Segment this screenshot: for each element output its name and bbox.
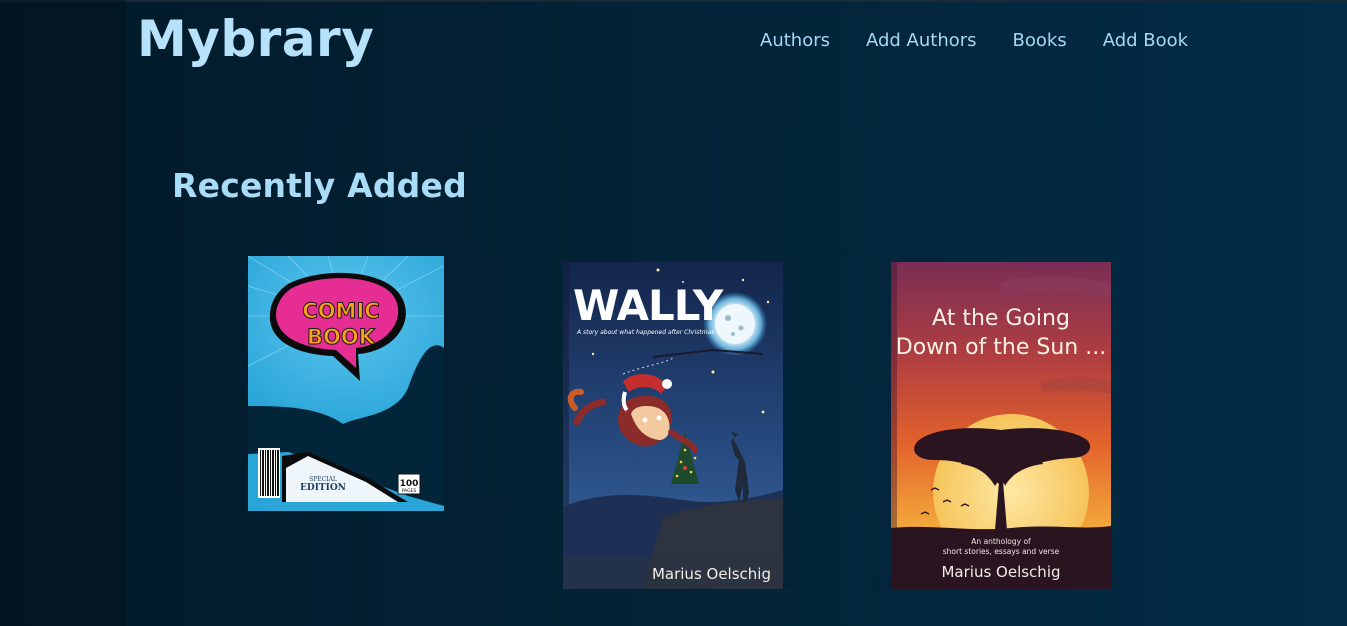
pages-number: 100	[400, 479, 419, 489]
book-cover-sun[interactable]: At the Going Down of the Sun ... An anth…	[891, 262, 1111, 589]
left-shade	[0, 0, 126, 626]
section-title: Recently Added	[172, 166, 467, 205]
sun-author: Marius Oelschig	[941, 563, 1060, 581]
pages-label: PAGES	[402, 488, 417, 494]
wally-author: Marius Oelschig	[652, 565, 771, 583]
sun-tagline-line2: short stories, essays and verse	[943, 547, 1060, 556]
book-cover-wally[interactable]: WALLY A story about what happened after …	[563, 262, 783, 589]
comic-title-line1: COMIC	[302, 299, 379, 323]
nav-authors[interactable]: Authors	[760, 30, 830, 51]
comic-cover-art: COMIC BOOK SPECIAL EDITION 100 PAGES	[247, 255, 445, 511]
comic-title-line2: BOOK	[307, 325, 376, 349]
nav-books[interactable]: Books	[1013, 30, 1067, 51]
nav-add-authors[interactable]: Add Authors	[866, 30, 977, 51]
special-label: SPECIAL	[309, 476, 337, 483]
edition-label: EDITION	[300, 483, 346, 493]
top-border	[0, 0, 1347, 2]
main-nav: Authors Add Authors Books Add Book	[760, 30, 1188, 51]
sun-cover-art: At the Going Down of the Sun ... An anth…	[891, 262, 1111, 589]
wally-subtitle: A story about what happened after Christ…	[576, 329, 714, 336]
sun-title-line2: Down of the Sun ...	[896, 335, 1106, 360]
wally-cover-art: WALLY A story about what happened after …	[563, 262, 783, 589]
nav-add-book[interactable]: Add Book	[1103, 30, 1188, 51]
sun-title-line1: At the Going	[932, 306, 1070, 331]
site-logo[interactable]: Mybrary	[137, 10, 374, 68]
book-cover-comic[interactable]: COMIC BOOK SPECIAL EDITION 100 PAGES	[247, 255, 445, 511]
wally-title: WALLY	[573, 281, 724, 330]
sun-tagline-line1: An anthology of	[971, 537, 1031, 546]
